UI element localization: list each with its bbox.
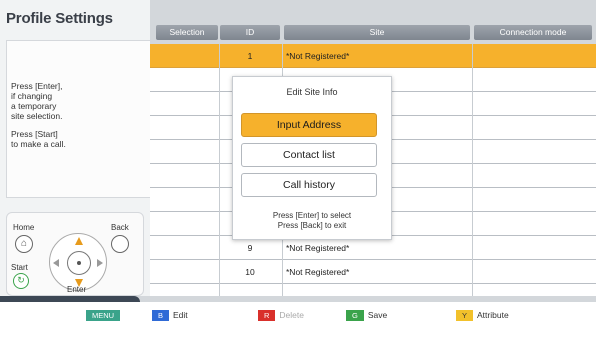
bottom-key-bar: MENU B Edit R Delete G Save Y Attribute bbox=[0, 296, 596, 342]
back-button-icon[interactable] bbox=[111, 235, 129, 253]
green-key-tag: G bbox=[346, 310, 364, 321]
save-key-label: Save bbox=[367, 310, 388, 320]
attribute-key[interactable]: Y Attribute bbox=[456, 310, 509, 321]
arrow-left-icon[interactable] bbox=[53, 259, 59, 267]
popup-title: Edit Site Info bbox=[286, 87, 338, 97]
popup-hint-select: Press [Enter] to select bbox=[272, 211, 352, 220]
back-label: Back bbox=[111, 223, 129, 232]
start-label: Start bbox=[11, 263, 28, 272]
blue-key-tag: B bbox=[152, 310, 170, 321]
enter-icon[interactable] bbox=[67, 251, 91, 275]
input-address-button[interactable]: Input Address bbox=[241, 113, 377, 137]
menu-key-tag: MENU bbox=[86, 310, 121, 321]
row-site: *Not Registered* bbox=[286, 51, 350, 61]
delete-key[interactable]: R Delete bbox=[258, 310, 304, 321]
remote-control-guide: Home ⌂ Back Start ↻ Enter bbox=[6, 212, 144, 296]
popup-instructions: Press [Enter] to select Press [Back] to … bbox=[233, 211, 391, 231]
popup-hint-exit: Press [Back] to exit bbox=[277, 221, 347, 230]
edit-site-info-popup: Edit Site Info Input Address Contact lis… bbox=[232, 76, 392, 240]
dpad-icon[interactable] bbox=[49, 233, 107, 291]
page-title: Profile Settings bbox=[6, 10, 113, 27]
row-id: 1 bbox=[247, 51, 253, 61]
help-text-start: Press [Start] to make a call. bbox=[11, 129, 66, 149]
arrow-right-icon[interactable] bbox=[97, 259, 103, 267]
table-row[interactable]: 10 *Not Registered* bbox=[150, 260, 596, 284]
home-label: Home bbox=[13, 223, 35, 232]
row-id: 10 bbox=[245, 267, 255, 277]
column-divider bbox=[472, 44, 473, 296]
left-panel: Profile Settings Press [Enter], if chang… bbox=[0, 0, 152, 296]
save-key[interactable]: G Save bbox=[346, 310, 387, 321]
column-header-connection-mode: Connection mode bbox=[474, 25, 592, 40]
yellow-key-tag: Y bbox=[456, 310, 474, 321]
contact-list-button[interactable]: Contact list bbox=[241, 143, 377, 167]
help-text-enter: Press [Enter], if changing a temporary s… bbox=[11, 81, 63, 121]
enter-label: Enter bbox=[67, 285, 87, 294]
row-site: *Not Registered* bbox=[286, 267, 350, 277]
home-icon[interactable]: ⌂ bbox=[15, 235, 33, 253]
table-header: Selection ID Site Connection mode bbox=[150, 0, 596, 44]
delete-key-label: Delete bbox=[279, 310, 304, 320]
column-header-site: Site bbox=[284, 25, 470, 40]
arrow-up-icon[interactable] bbox=[75, 237, 83, 245]
start-icon[interactable]: ↻ bbox=[13, 273, 29, 289]
menu-key[interactable]: MENU bbox=[86, 310, 124, 321]
red-key-tag: R bbox=[258, 310, 276, 321]
attribute-key-label: Attribute bbox=[477, 310, 509, 320]
edit-key[interactable]: B Edit bbox=[152, 310, 188, 321]
call-history-button[interactable]: Call history bbox=[241, 173, 377, 197]
edit-key-label: Edit bbox=[173, 310, 188, 320]
table-row[interactable]: 1 *Not Registered* bbox=[150, 44, 596, 68]
column-header-selection: Selection bbox=[156, 25, 218, 40]
column-divider bbox=[219, 44, 220, 296]
column-header-id: ID bbox=[220, 25, 280, 40]
help-box: Press [Enter], if changing a temporary s… bbox=[6, 40, 152, 198]
